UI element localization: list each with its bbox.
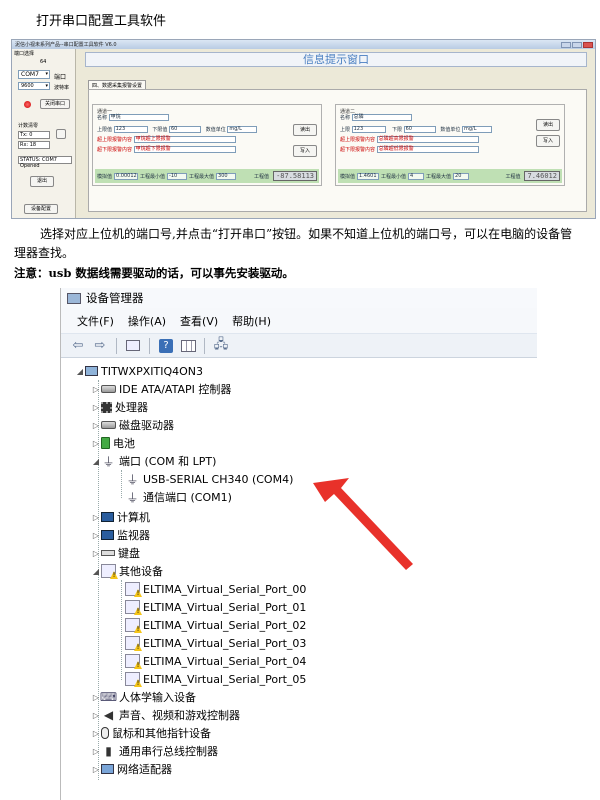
tab-body: 通道一 名称 甲烷 上限值 123 下限值 60 数值单位 mg/L 超上限报警… [88, 89, 587, 212]
ch1-readout-bar: 模拟值 0.00012 工程最小值 -10 工程最大值 300 工程值 -87.5811… [95, 169, 319, 183]
ch1-over-upper-field[interactable]: 甲烷超上限报警 [133, 136, 236, 143]
ch1-write-button[interactable]: 写入 [293, 145, 317, 157]
ch1-over-lower-label: 超下限报警内容 [97, 147, 133, 153]
ch1-read-button[interactable]: 读出 [293, 124, 317, 136]
port-section-label: 端口选择 [14, 51, 35, 57]
ch1-lower-field[interactable]: 60 [169, 126, 201, 133]
config-tool-screenshot: 泥信小视未系列产品--串口配置工具软件 V6.0 端口选择 64 COM7 端口… [11, 39, 596, 219]
ch1-eng-label: 工程值 [254, 173, 270, 180]
ch1-max-label: 工程最大值 [189, 173, 215, 180]
ch1-eng-value: -87.58113 [273, 171, 317, 181]
channel-2-panel: 通道二 名称 总磷 上限 123 下限 60 数值单位 mg/L 超上限报警内容… [335, 104, 565, 186]
highlight-arrow [313, 478, 413, 570]
close-icon[interactable] [583, 41, 593, 48]
ch1-analog-value: 0.00012 [114, 172, 139, 180]
count-reset-label: 计数清零 [18, 123, 39, 129]
ch2-min-label: 工程最小值 [381, 173, 407, 180]
ch1-name-label: 名称 [97, 115, 108, 121]
ch2-upper-field[interactable]: 123 [351, 126, 386, 133]
device-manager-screenshot: 设备管理器 文件(F) 操作(A) 查看(V) 帮助(H) ⇦ ⇨ ? 🖧 ◢ … [60, 288, 537, 800]
exit-button[interactable]: 退出 [30, 176, 54, 187]
ch2-over-upper-label: 超上限报警内容 [340, 137, 376, 143]
ch2-over-lower-field[interactable]: 总磷超低限报警 [376, 146, 479, 153]
baud-rate-select[interactable]: 9600 [18, 82, 50, 90]
ch1-upper-field[interactable]: 123 [113, 126, 148, 133]
channel-1-panel: 通道一 名称 甲烷 上限值 123 下限值 60 数值单位 mg/L 超上限报警… [92, 104, 322, 186]
status-text: STATUS: COM7 Opened [18, 156, 72, 169]
tx-counter: Tx: 0 [18, 131, 50, 139]
status-led-icon [24, 101, 31, 108]
ch2-over-upper-field[interactable]: 总磷超高限报警 [376, 136, 479, 143]
ch2-max-label: 工程最大值 [426, 173, 452, 180]
ch2-max-value[interactable]: 20 [453, 172, 470, 180]
ch1-max-value[interactable]: 300 [216, 172, 237, 180]
port-section-sub: 64 [40, 59, 47, 65]
ch2-eng-value: 7.46012 [524, 171, 560, 181]
ch2-analog-label: 模拟值 [340, 173, 356, 180]
ch2-lower-label: 下限 [391, 127, 402, 133]
ch2-readout-bar: 模拟值 1.4601 工程最小值 4 工程最大值 20 工程值 7.46012 [338, 169, 562, 183]
tool-main-area: 信息提示窗口 四、数据采集报警设置 通道一 名称 甲烷 上限值 123 下限值 … [77, 49, 595, 218]
ch2-over-lower-label: 超下限报警内容 [340, 147, 376, 153]
maximize-icon[interactable] [572, 41, 582, 48]
ch2-min-value[interactable]: 4 [408, 172, 425, 180]
ch1-unit-label: 数值单位 [205, 127, 226, 133]
ch2-upper-label: 上限 [340, 127, 351, 133]
com-port-label: 端口 [54, 74, 67, 81]
arrow-shape [313, 478, 413, 570]
tool-window-title: 泥信小视未系列产品--串口配置工具软件 V6.0 [15, 42, 117, 48]
ch2-lower-field[interactable]: 60 [403, 126, 436, 133]
instruction-paragraph: 选择对应上位机的端口号,并点击“打开串口”按钮。如果不知道上位机的端口号，可以在… [14, 227, 573, 260]
device-settings-button[interactable]: 设备配置 [24, 204, 58, 214]
tool-titlebar: 泥信小视未系列产品--串口配置工具软件 V6.0 [12, 40, 595, 49]
ch2-analog-value: 1.4601 [357, 172, 380, 180]
ch2-unit-field[interactable]: mg/L [461, 126, 492, 133]
port-sidebar: 端口选择 64 COM7 端口 9600 波特率 关闭串口 计数清零 Tx: 0… [12, 49, 76, 218]
rx-counter: Rx: 18 [18, 141, 50, 149]
ch2-read-button[interactable]: 读出 [536, 119, 560, 131]
count-reset-button[interactable] [56, 129, 66, 139]
ch1-min-value[interactable]: -10 [167, 172, 188, 180]
minimize-icon[interactable] [561, 41, 571, 48]
ch1-over-upper-label: 超上限报警内容 [97, 137, 133, 143]
ch2-unit-label: 数值单位 [440, 127, 461, 133]
document-heading: 打开串口配置工具软件 [36, 14, 167, 29]
ch1-min-label: 工程最小值 [140, 173, 166, 180]
com-port-select[interactable]: COM7 [18, 70, 50, 79]
open-port-button[interactable]: 关闭串口 [40, 99, 70, 109]
info-window: 信息提示窗口 [85, 52, 587, 67]
ch2-name-field[interactable]: 总磷 [351, 114, 412, 121]
ch1-lower-label: 下限值 [152, 127, 168, 133]
ch2-write-button[interactable]: 写入 [536, 135, 560, 147]
ch1-over-lower-field[interactable]: 甲烷超下限报警 [133, 146, 236, 153]
driver-note: 注意：usb 数据线需要驱动的话，可以事先安装驱动。 [14, 266, 294, 280]
baud-rate-label: 波特率 [54, 85, 70, 91]
ch2-eng-label: 工程值 [505, 173, 521, 180]
ch1-unit-field[interactable]: mg/L [227, 126, 258, 133]
ch2-name-label: 名称 [340, 115, 351, 121]
ch1-upper-label: 上限值 [97, 127, 113, 133]
ch1-name-field[interactable]: 甲烷 [108, 114, 169, 121]
ch1-analog-label: 模拟值 [97, 173, 113, 180]
